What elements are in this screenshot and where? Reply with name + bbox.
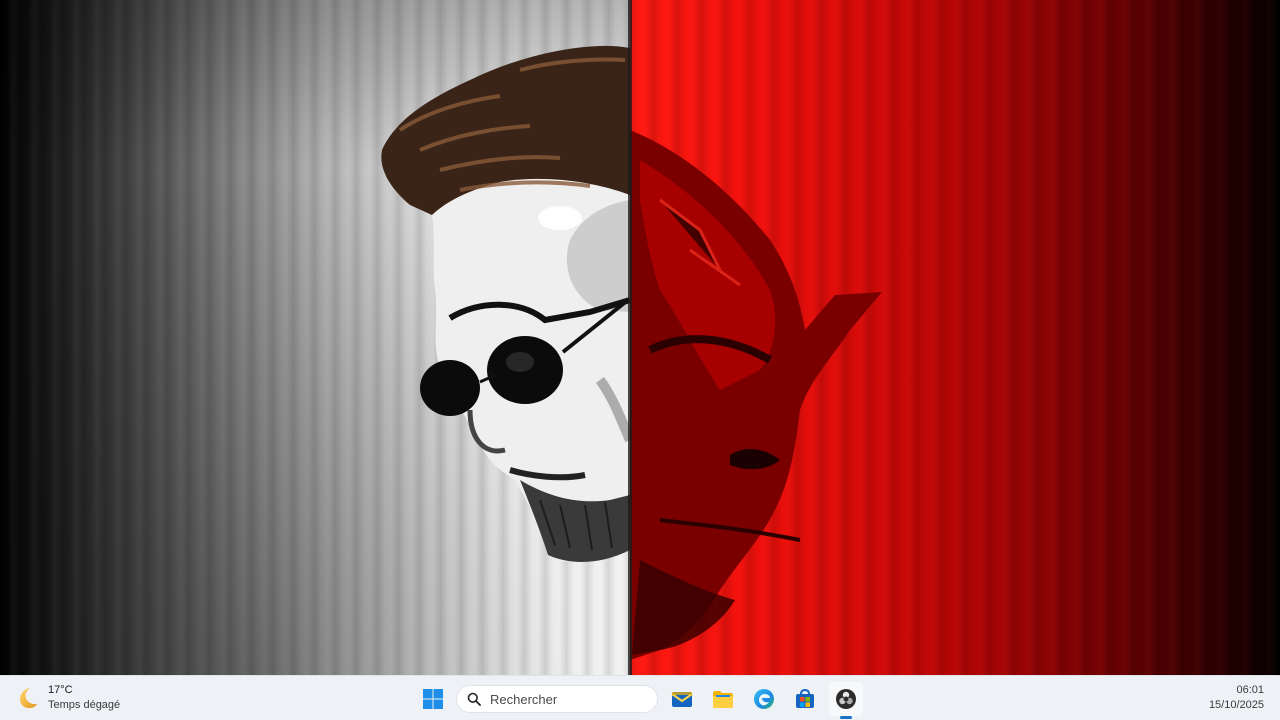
taskbar-center: Rechercher bbox=[418, 681, 863, 719]
clock-time: 06:01 bbox=[1236, 684, 1264, 696]
search-input[interactable]: Rechercher bbox=[456, 685, 658, 713]
search-placeholder: Rechercher bbox=[490, 691, 558, 707]
search-icon bbox=[467, 692, 481, 706]
desktop-wallpaper bbox=[0, 0, 1280, 675]
windows-logo-icon bbox=[423, 689, 443, 709]
system-clock[interactable]: 06:01 15/10/2025 bbox=[1209, 683, 1264, 713]
taskbar-app-mail[interactable] bbox=[665, 682, 699, 716]
taskbar-app-edge[interactable] bbox=[747, 682, 781, 716]
weather-temperature: 17°C bbox=[48, 684, 73, 696]
clock-date: 15/10/2025 bbox=[1208, 699, 1264, 711]
taskbar: 17°C Temps dégagé Rechercher 06:01 15/10… bbox=[0, 675, 1280, 720]
devil-portrait bbox=[630, 130, 882, 660]
taskbar-app-obs[interactable] bbox=[829, 682, 863, 719]
active-app-indicator bbox=[840, 716, 852, 719]
mail-icon bbox=[671, 692, 693, 707]
weather-widget[interactable]: 17°C Temps dégagé bbox=[14, 682, 120, 714]
man-portrait bbox=[381, 45, 635, 562]
moon-weather-icon bbox=[20, 688, 37, 709]
portrait-artwork bbox=[381, 0, 882, 675]
weather-condition: Temps dégagé bbox=[48, 699, 121, 711]
store-icon bbox=[796, 688, 814, 708]
edge-icon bbox=[754, 689, 774, 709]
taskbar-app-file-explorer[interactable] bbox=[706, 682, 740, 716]
taskbar-app-store[interactable] bbox=[788, 682, 822, 716]
start-button[interactable] bbox=[418, 684, 448, 714]
folder-icon bbox=[713, 691, 733, 708]
obs-icon bbox=[836, 689, 856, 709]
